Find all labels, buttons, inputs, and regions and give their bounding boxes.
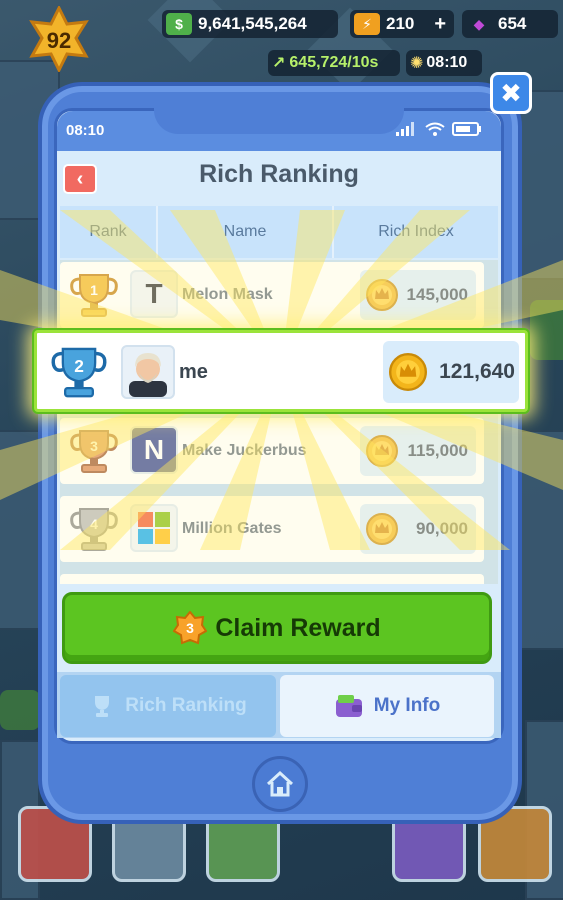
rich-index-value: 145,000: [406, 285, 468, 304]
status-time: 08:10: [66, 122, 105, 139]
crown-coin-icon: [366, 279, 398, 311]
chevron-left-icon: ‹: [76, 167, 84, 190]
gems-value: 654: [498, 14, 527, 33]
n-logo-icon: N: [130, 426, 178, 474]
header-rich-index: Rich Index: [378, 223, 454, 240]
signal-icon: [396, 122, 414, 136]
reward-count: 3: [186, 620, 194, 636]
phone-notch: [154, 104, 404, 134]
sun-icon: ✺: [410, 55, 424, 72]
level-badge[interactable]: 92: [28, 6, 90, 72]
header-name: Name: [158, 206, 334, 258]
crown-coin-icon: [366, 513, 398, 545]
home-button[interactable]: [252, 756, 308, 812]
ranking-row-4[interactable]: 4 Million Gates 90,000: [60, 496, 484, 562]
rank-number: 3: [90, 438, 98, 454]
tab-rich-ranking[interactable]: Rich Ranking: [60, 675, 276, 737]
rank-number: 2: [74, 356, 84, 376]
battery-icon: [452, 122, 481, 136]
income-rate: ↗ 645,724/10s: [268, 50, 400, 76]
rich-index-cell: 145,000: [360, 270, 476, 320]
player-avatar-icon: [121, 345, 175, 399]
ranking-row-1[interactable]: 1 T Melon Mask 145,000: [60, 262, 484, 328]
gems-display[interactable]: ◆ 654: [462, 10, 558, 38]
player-name: me: [179, 361, 208, 383]
cash-icon: $: [166, 13, 192, 35]
rank-number: 1: [90, 282, 98, 298]
player-name: Make Juckerbus: [182, 442, 307, 459]
player-name: Melon Mask: [182, 286, 273, 303]
trophy-icon: [95, 696, 110, 717]
tab-label: My Info: [373, 695, 441, 716]
column-headers: Rank Name Rich Index: [60, 206, 498, 258]
reward-count-badge: 3: [173, 611, 208, 645]
rich-index-cell: 121,640: [383, 341, 519, 403]
rich-index-value: 115,000: [407, 441, 468, 460]
cash-display[interactable]: $ 9,641,545,264: [162, 10, 338, 38]
close-icon: ✖: [500, 77, 522, 108]
home-icon: [266, 770, 294, 797]
silver-trophy-icon: 4: [70, 508, 118, 551]
rich-index-cell: 90,000: [360, 504, 476, 554]
status-icons: [396, 122, 482, 136]
claim-reward-button[interactable]: 3 Claim Reward: [62, 592, 492, 664]
tesla-logo-icon: T: [130, 270, 178, 318]
rich-index-value: 90,000: [416, 519, 468, 538]
rich-index-cell: 115,000: [360, 426, 476, 476]
claim-reward-label: Claim Reward: [215, 613, 381, 642]
day-timer-value: 08:10: [426, 54, 468, 71]
ranking-row-5-partial[interactable]: [60, 574, 484, 584]
crown-coin-icon: [366, 435, 398, 467]
add-energy-button[interactable]: +: [434, 13, 446, 36]
day-timer: ✺ 08:10: [406, 50, 482, 76]
wifi-icon: [425, 122, 445, 136]
gem-icon: ◆: [473, 15, 485, 32]
lightning-icon: ⚡: [354, 13, 380, 35]
energy-display[interactable]: ⚡ 210 +: [350, 10, 454, 38]
ranking-list[interactable]: 1 T Melon Mask 145,000 3 N Make Juckerbu…: [60, 260, 498, 584]
income-rate-value: 645,724/10s: [289, 54, 379, 71]
level-number: 92: [46, 28, 72, 53]
rank-number: 4: [90, 516, 98, 532]
wallet-icon: [335, 695, 362, 717]
gold-trophy-icon: 1: [70, 274, 118, 317]
player-name: Million Gates: [182, 520, 282, 537]
ranking-row-me[interactable]: 2 me 121,640: [34, 330, 528, 412]
crown-coin-icon: [389, 353, 427, 391]
back-button[interactable]: ‹: [63, 164, 97, 194]
trend-up-icon: ↗: [272, 55, 286, 72]
page-title: Rich Ranking: [199, 160, 359, 188]
close-button[interactable]: ✖: [490, 72, 532, 114]
header-rank: Rank: [60, 206, 158, 258]
tab-my-info[interactable]: My Info: [280, 675, 494, 737]
ranking-row-3[interactable]: 3 N Make Juckerbus 115,000: [60, 418, 484, 484]
tab-label: Rich Ranking: [125, 695, 247, 716]
windows-logo-icon: [130, 504, 178, 552]
energy-value: 210: [386, 14, 415, 33]
rich-index-value: 121,640: [439, 360, 515, 383]
cash-value: 9,641,545,264: [198, 14, 307, 33]
bronze-trophy-icon: 3: [70, 430, 118, 473]
blue-trophy-icon: 2: [51, 347, 107, 398]
